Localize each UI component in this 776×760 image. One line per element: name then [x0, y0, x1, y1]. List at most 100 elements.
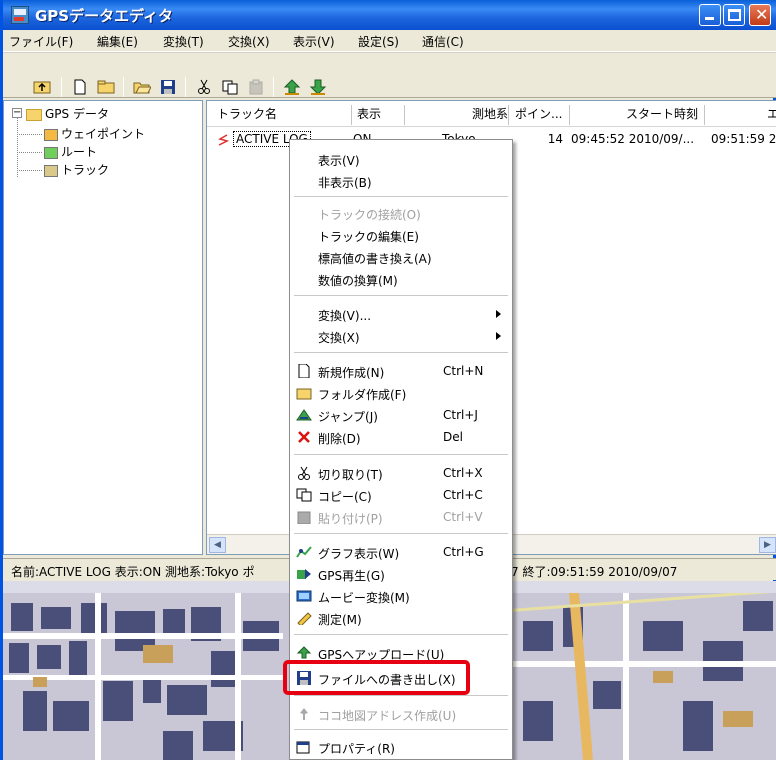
- measure-icon: [297, 612, 312, 625]
- paste-icon: [297, 511, 311, 524]
- toolbar-separator: [123, 77, 124, 97]
- menu-item-edit-track[interactable]: トラックの編集(E): [290, 224, 512, 246]
- new-file-icon[interactable]: [71, 79, 89, 95]
- open-icon[interactable]: [133, 79, 151, 95]
- pin-icon: [300, 708, 308, 720]
- menu-item-movie-convert[interactable]: ムービー変換(M): [290, 585, 512, 607]
- column-header-display[interactable]: 表示: [357, 105, 405, 125]
- menu-separator: [294, 196, 508, 197]
- tree-connector: [17, 134, 42, 135]
- column-header-end-time[interactable]: エ: [767, 105, 776, 125]
- tree-root-label: GPS データ: [45, 107, 109, 121]
- close-icon: ✕: [755, 5, 769, 24]
- menu-item-copy[interactable]: コピー(C) Ctrl+C: [290, 484, 512, 506]
- menu-item-graph[interactable]: グラフ表示(W) Ctrl+G: [290, 541, 512, 563]
- menu-separator: [294, 454, 508, 455]
- menu-item-shortcut: Del: [443, 430, 463, 444]
- menu-item-jump[interactable]: ジャンプ(J) Ctrl+J: [290, 404, 512, 426]
- column-header-datum[interactable]: 測地系: [439, 105, 509, 125]
- download-icon[interactable]: [309, 79, 327, 95]
- menu-item-shortcut: Ctrl+V: [443, 510, 483, 524]
- menu-item-new-folder[interactable]: フォルダ作成(F): [290, 382, 512, 404]
- graph-icon: [296, 546, 312, 558]
- menu-separator: [294, 634, 508, 635]
- jump-icon: [296, 409, 312, 421]
- menu-settings[interactable]: 設定(S): [358, 33, 399, 50]
- menu-item-cut[interactable]: 切り取り(T) Ctrl+X: [290, 462, 512, 484]
- menu-exchange[interactable]: 交換(X): [228, 33, 270, 50]
- menu-separator: [294, 533, 508, 534]
- close-button[interactable]: ✕: [749, 4, 771, 26]
- menu-item-label: 変換(V)...: [318, 309, 372, 323]
- menu-item-convert-values[interactable]: 数値の換算(M): [290, 268, 512, 290]
- menu-item-gps-play[interactable]: GPS再生(G): [290, 563, 512, 585]
- menu-separator: [294, 295, 508, 296]
- menu-item-shortcut: Ctrl+N: [443, 364, 484, 378]
- menu-item-shortcut: Ctrl+G: [443, 545, 484, 559]
- menu-item-paste: 貼り付け(P) Ctrl+V: [290, 506, 512, 528]
- track-start-cell: 09:45:52 2010/09/...: [571, 132, 695, 146]
- route-icon: [44, 146, 58, 159]
- new-folder-icon: [296, 388, 312, 400]
- menu-view[interactable]: 表示(V): [293, 33, 335, 50]
- app-window: GPSデータエディタ ✕ ファイル(F) 編集(E) 変換(T) 交換(X) 表…: [0, 0, 776, 760]
- toolbar-separator: [185, 77, 186, 97]
- status-end-time: 7 終了:09:51:59 2010/09/07: [511, 565, 678, 579]
- menu-item-create-map-address: ココ地図アドレス作成(U): [290, 703, 512, 725]
- track-icon: [44, 164, 58, 177]
- menu-item-hide[interactable]: 非表示(B): [290, 170, 512, 192]
- tree-item-route[interactable]: ルート: [44, 143, 97, 159]
- app-icon: [11, 6, 29, 24]
- menu-item-label: GPS再生(G): [318, 569, 385, 583]
- minimize-button[interactable]: [699, 4, 721, 26]
- menu-edit[interactable]: 編集(E): [97, 33, 138, 50]
- menu-item-properties[interactable]: プロパティ(R): [290, 736, 512, 758]
- minimize-icon: [705, 17, 714, 20]
- up-folder-icon[interactable]: [33, 79, 51, 95]
- menu-item-show[interactable]: 表示(V): [290, 148, 512, 170]
- window-title: GPSデータエディタ: [35, 7, 174, 25]
- save-icon[interactable]: [159, 79, 177, 95]
- tree-connector: [17, 170, 42, 171]
- track-points-cell: 14: [547, 132, 563, 146]
- cut-icon[interactable]: [195, 79, 213, 95]
- menu-item-label: フォルダ作成(F): [318, 388, 407, 402]
- menu-item-label: トラックの接続(O): [318, 208, 421, 222]
- upload-icon[interactable]: [283, 79, 301, 95]
- new-file-icon: [298, 364, 310, 378]
- menu-item-label: 新規作成(N): [318, 366, 385, 380]
- scroll-right-icon[interactable]: ▶: [759, 537, 776, 553]
- title-bar[interactable]: GPSデータエディタ ✕: [3, 0, 776, 30]
- menu-communication[interactable]: 通信(C): [422, 33, 464, 50]
- toolbar-separator: [273, 77, 274, 97]
- tree-item-label: ルート: [61, 145, 98, 159]
- column-header-points[interactable]: ポイン...: [515, 105, 570, 125]
- menu-item-shortcut: Ctrl+C: [443, 488, 483, 502]
- menu-item-delete[interactable]: 削除(D) Del: [290, 426, 512, 448]
- menu-convert[interactable]: 変換(T): [163, 33, 204, 50]
- menu-item-measure[interactable]: 測定(M): [290, 607, 512, 629]
- menu-item-label: ムービー変換(M): [318, 591, 410, 605]
- menu-item-exchange[interactable]: 交換(X): [290, 325, 512, 347]
- new-folder-icon[interactable]: [97, 79, 115, 95]
- paste-icon[interactable]: [247, 79, 265, 95]
- menu-separator: [294, 729, 508, 730]
- tree-item-waypoint[interactable]: ウェイポイント: [44, 125, 145, 141]
- menu-item-label: 切り取り(T): [318, 468, 383, 482]
- submenu-arrow-icon: [496, 332, 501, 340]
- menu-separator: [294, 352, 508, 353]
- menu-separator: [294, 695, 508, 696]
- maximize-button[interactable]: [723, 4, 745, 26]
- copy-icon[interactable]: [221, 79, 239, 95]
- menu-file[interactable]: ファイル(F): [9, 33, 73, 50]
- menu-item-convert[interactable]: 変換(V)...: [290, 303, 512, 325]
- collapse-icon[interactable]: −: [12, 108, 22, 118]
- menu-item-new[interactable]: 新規作成(N) Ctrl+N: [290, 360, 512, 382]
- column-header-track-name[interactable]: トラック名: [217, 105, 352, 125]
- scroll-left-icon[interactable]: ◀: [209, 537, 226, 553]
- folder-icon: [26, 108, 42, 121]
- menu-item-rewrite-elevation[interactable]: 標高値の書き換え(A): [290, 246, 512, 268]
- copy-icon: [296, 488, 312, 502]
- column-header-start-time[interactable]: スタート時刻: [575, 105, 705, 125]
- tree-item-track[interactable]: トラック: [44, 161, 109, 177]
